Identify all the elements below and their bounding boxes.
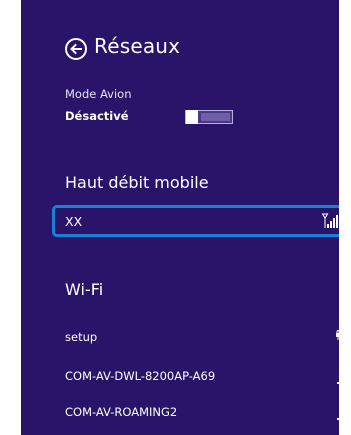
networks-panel: Réseaux Mode Avion Désactivé Haut débit … xyxy=(21,0,339,435)
wifi-signal-icon xyxy=(337,382,339,384)
wifi-network-item[interactable]: setup xyxy=(65,327,339,351)
airplane-mode-toggle[interactable] xyxy=(185,110,233,124)
wifi-network-name: COM-AV-ROAMING2 xyxy=(65,405,178,419)
mobile-network-name: XX xyxy=(65,214,83,229)
toggle-knob xyxy=(186,110,198,124)
toggle-track xyxy=(201,113,230,121)
mobile-broadband-heading: Haut débit mobile xyxy=(65,173,209,192)
wifi-secured-signal-icon xyxy=(336,330,339,340)
airplane-mode-state: Désactivé xyxy=(65,109,129,123)
wifi-network-name: setup xyxy=(65,330,98,344)
wifi-signal-icon xyxy=(337,418,339,420)
wifi-network-item[interactable]: COM-AV-ROAMING2 xyxy=(65,402,339,426)
airplane-mode-label: Mode Avion xyxy=(65,87,132,101)
wifi-heading: Wi-Fi xyxy=(65,280,104,299)
mobile-signal-icon xyxy=(322,213,338,228)
wifi-network-name: COM-AV-DWL-8200AP-A69 xyxy=(65,369,216,383)
page-title: Réseaux xyxy=(94,34,181,58)
wifi-network-item[interactable]: COM-AV-DWL-8200AP-A69 xyxy=(65,366,339,390)
back-arrow-icon[interactable] xyxy=(65,38,87,60)
mobile-network-item[interactable]: XX xyxy=(52,205,339,237)
